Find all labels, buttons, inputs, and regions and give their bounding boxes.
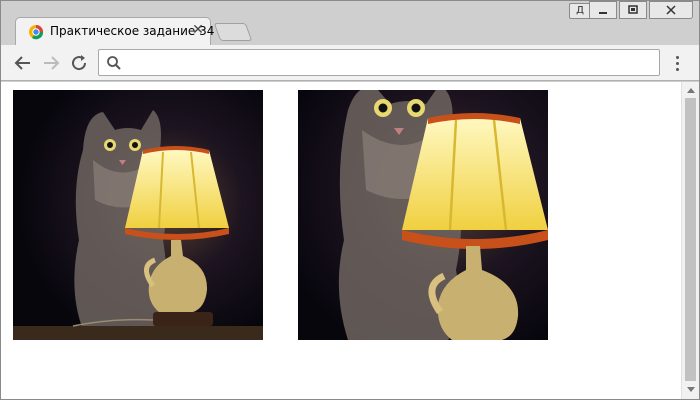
tab-strip: Практическое задание 34 ✕ Д [1, 1, 699, 45]
cat-lamp-picture [13, 90, 263, 340]
url-input[interactable] [127, 53, 653, 73]
reload-button[interactable] [67, 51, 91, 75]
tab-close-button[interactable]: ✕ [190, 21, 206, 39]
close-icon [666, 5, 676, 15]
arrow-right-icon [44, 56, 60, 70]
scrollbar-thumb[interactable] [685, 98, 696, 381]
reload-icon [72, 55, 87, 71]
tab-active[interactable]: Практическое задание 34 ✕ [15, 17, 214, 45]
minimize-icon [599, 12, 607, 14]
maximize-icon [628, 5, 638, 14]
cat-lamp-image-full [13, 90, 263, 340]
browser-window: Практическое задание 34 ✕ Д [0, 0, 700, 400]
browser-toolbar [1, 45, 699, 81]
window-close-button[interactable] [649, 1, 693, 19]
cat-lamp-picture-zoom [298, 90, 548, 340]
search-icon [107, 56, 121, 70]
kebab-dot [675, 61, 679, 65]
window-controls [587, 1, 693, 21]
arrow-left-icon [14, 56, 30, 70]
back-button[interactable] [11, 51, 35, 75]
scroll-down-icon [686, 387, 695, 392]
vertical-scrollbar[interactable] [681, 82, 699, 399]
cat-lamp-image-zoomed [298, 90, 548, 340]
kebab-menu-icon [675, 55, 679, 59]
scroll-up-button[interactable] [682, 82, 699, 98]
page-content [1, 82, 681, 399]
kebab-dot [675, 67, 679, 71]
scroll-down-button[interactable] [682, 382, 699, 398]
address-bar[interactable] [98, 49, 660, 76]
favicon-icon [29, 25, 44, 40]
minimize-button[interactable] [589, 1, 617, 19]
forward-button[interactable] [39, 51, 63, 75]
maximize-button[interactable] [619, 1, 647, 19]
new-tab-button[interactable] [213, 23, 253, 41]
scroll-up-icon [686, 88, 695, 93]
browser-menu-button[interactable] [667, 51, 687, 75]
